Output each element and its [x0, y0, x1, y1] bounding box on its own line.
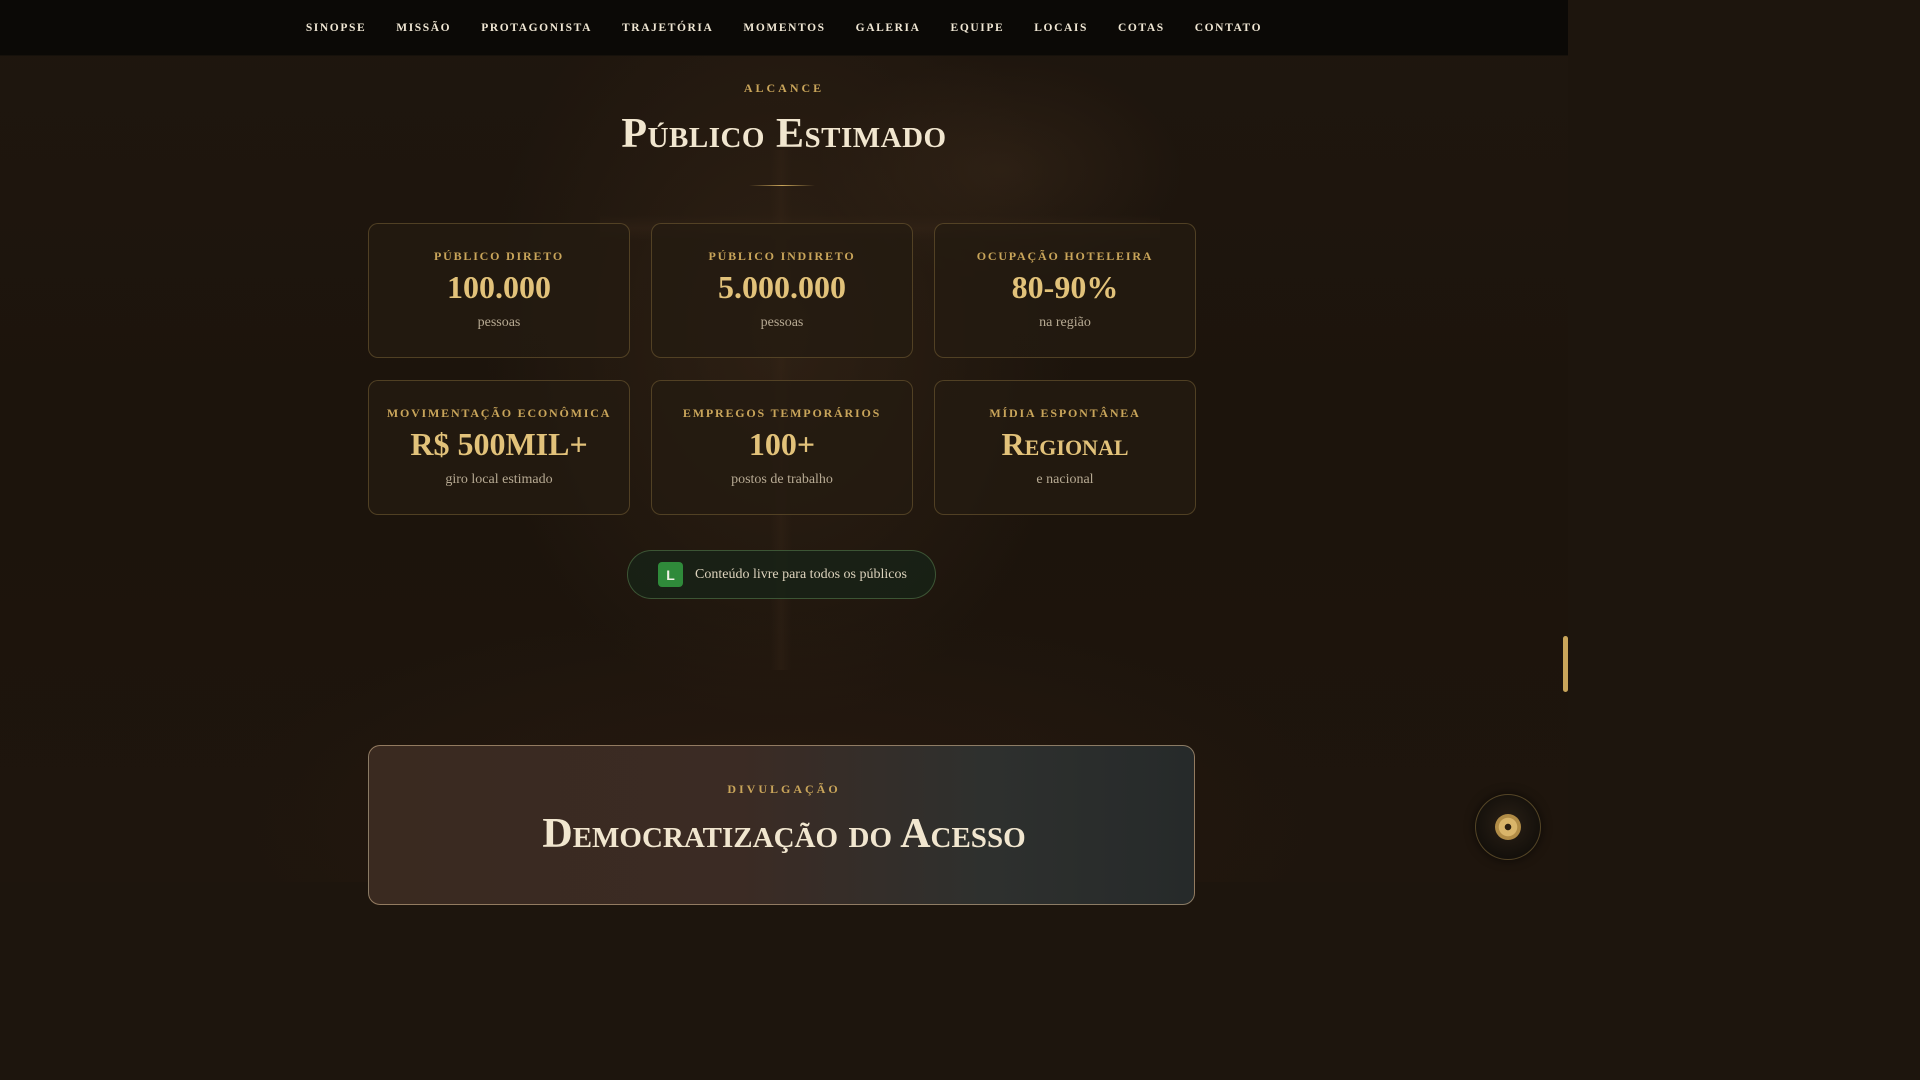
stat-value: 100+	[748, 426, 816, 462]
nav-list: SINOPSE MISSÃO PROTAGONISTA TRAJETÓRIA M…	[291, 22, 1277, 34]
stat-caption: pessoas	[760, 315, 804, 331]
stat-caption: pessoas	[477, 315, 521, 331]
stat-card-movimentacao-economica: MOVIMENTAÇÃO ECONÔMICA R$ 500MIL+ giro l…	[368, 380, 630, 515]
stat-label: EMPREGOS TEMPORÁRIOS	[682, 406, 882, 420]
stat-label: MOVIMENTAÇÃO ECONÔMICA	[386, 406, 612, 420]
stat-card-ocupacao-hoteleira: OCUPAÇÃO HOTELEIRA 80-90% na região	[934, 223, 1196, 358]
stat-label: MÍDIA ESPONTÂNEA	[989, 406, 1141, 420]
music-disc-icon	[1495, 814, 1521, 840]
stat-card-midia-espontanea: MÍDIA ESPONTÂNEA Regional e nacional	[934, 380, 1196, 515]
stat-caption: giro local estimado	[445, 472, 553, 488]
stat-label: OCUPAÇÃO HOTELEIRA	[976, 249, 1154, 263]
stat-label: PÚBLICO DIRETO	[433, 249, 564, 263]
stat-label: PÚBLICO INDIRETO	[708, 249, 856, 263]
divulgacao-eyebrow: DIVULGAÇÃO	[727, 782, 841, 796]
stats-grid: PÚBLICO DIRETO 100.000 pessoas PÚBLICO I…	[368, 223, 1196, 515]
stat-caption: postos de trabalho	[731, 472, 833, 488]
title-divider	[749, 185, 815, 186]
top-navigation: SINOPSE MISSÃO PROTAGONISTA TRAJETÓRIA M…	[0, 0, 1568, 56]
nav-item-equipe[interactable]: EQUIPE	[951, 22, 1005, 34]
stat-caption: na região	[1039, 315, 1091, 331]
nav-item-galeria[interactable]: GALERIA	[856, 22, 921, 34]
nav-item-cotas[interactable]: COTAS	[1118, 22, 1165, 34]
stat-card-publico-direto: PÚBLICO DIRETO 100.000 pessoas	[368, 223, 630, 358]
stat-caption: e nacional	[1036, 472, 1094, 488]
nav-item-sinopse[interactable]: SINOPSE	[306, 22, 366, 34]
stat-value: 100.000	[447, 269, 551, 305]
nav-item-protagonista[interactable]: PROTAGONISTA	[481, 22, 592, 34]
stat-card-publico-indireto: PÚBLICO INDIRETO 5.000.000 pessoas	[651, 223, 913, 358]
section-title: Público Estimado	[621, 111, 947, 157]
nav-item-missao[interactable]: MISSÃO	[396, 22, 451, 34]
section-eyebrow: ALCANCE	[743, 81, 825, 95]
nav-item-momentos[interactable]: MOMENTOS	[743, 22, 825, 34]
age-rating-pill: L Conteúdo livre para todos os públicos	[627, 550, 936, 599]
stat-value: 5.000.000	[718, 269, 846, 305]
stat-card-empregos-temporarios: EMPREGOS TEMPORÁRIOS 100+ postos de trab…	[651, 380, 913, 515]
divulgacao-title: Democratização do Acesso	[542, 811, 1026, 857]
nav-item-locais[interactable]: LOCAIS	[1034, 22, 1088, 34]
stat-value: Regional	[1001, 426, 1129, 462]
nav-item-trajetoria[interactable]: TRAJETÓRIA	[622, 22, 713, 34]
music-toggle-button[interactable]	[1475, 794, 1541, 860]
age-rating-badge: L	[658, 562, 683, 587]
nav-item-contato[interactable]: CONTATO	[1195, 22, 1262, 34]
stat-value: R$ 500MIL+	[410, 426, 588, 462]
age-rating-text: Conteúdo livre para todos os públicos	[695, 566, 907, 582]
stat-value: 80-90%	[1011, 269, 1119, 305]
scrollbar-thumb[interactable]	[1563, 636, 1568, 692]
